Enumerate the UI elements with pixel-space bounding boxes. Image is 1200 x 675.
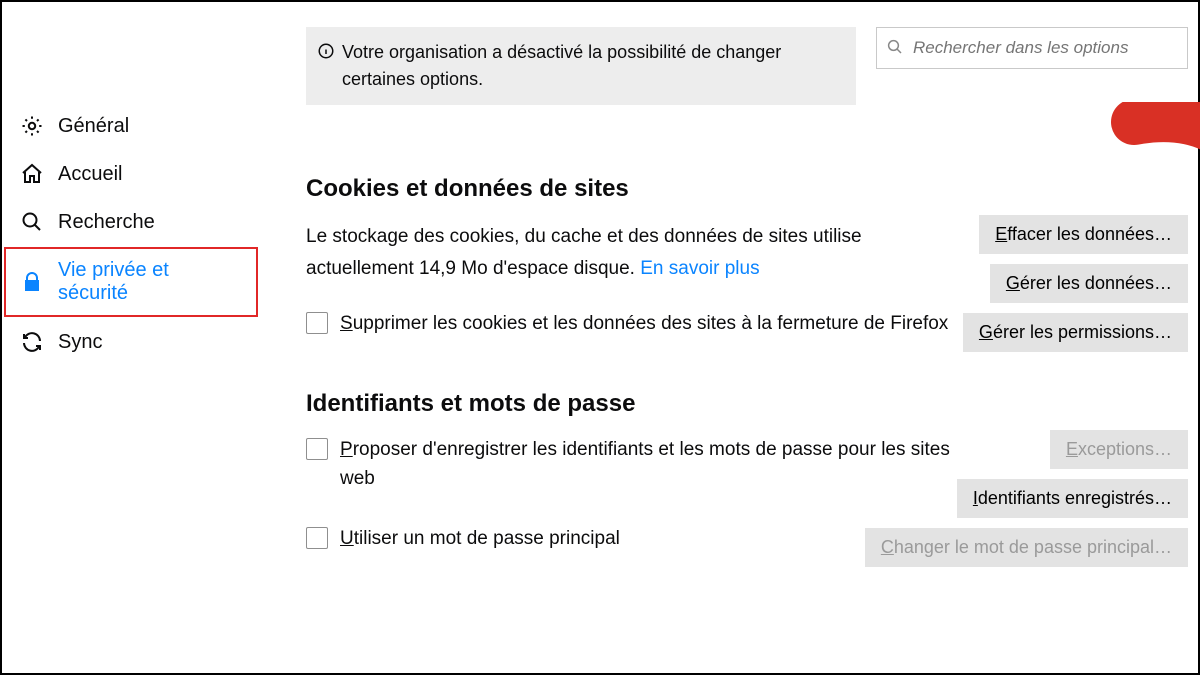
sidebar-item-label: Vie privée et sécurité [58, 259, 242, 305]
checkbox-label: Utiliser un mot de passe principal [340, 525, 620, 554]
section-logins: Identifiants et mots de passe Proposer d… [306, 390, 1188, 554]
banner-text: Votre organisation a désactivé la possib… [342, 39, 842, 93]
change-master-password-button[interactable]: Changer le mot de passe principal… [865, 528, 1188, 567]
policy-banner: Votre organisation a désactivé la possib… [306, 27, 856, 105]
search-input[interactable] [876, 27, 1188, 69]
delete-on-close-checkbox[interactable] [306, 312, 328, 334]
sidebar-item-search[interactable]: Recherche [2, 198, 264, 246]
sidebar-item-label: Sync [58, 331, 102, 354]
sidebar-item-sync[interactable]: Sync [2, 318, 264, 366]
gear-icon [20, 114, 44, 138]
section-title: Identifiants et mots de passe [306, 390, 1188, 418]
saved-logins-button[interactable]: Identifiants enregistrés… [957, 479, 1188, 518]
section-title: Cookies et données de sites [306, 175, 1188, 203]
sidebar-item-label: Général [58, 115, 129, 138]
save-logins-checkbox[interactable] [306, 438, 328, 460]
search-icon [886, 38, 904, 56]
master-password-checkbox[interactable] [306, 527, 328, 549]
sidebar-item-label: Accueil [58, 163, 122, 186]
manage-permissions-button[interactable]: Gérer les permissions… [963, 313, 1188, 352]
main-content: Votre organisation a désactivé la possib… [264, 2, 1198, 673]
clear-data-button[interactable]: Effacer les données… [979, 215, 1188, 254]
section-cookies: Cookies et données de sites Le stockage … [306, 175, 1188, 338]
cookies-description: Le stockage des cookies, du cache et des… [306, 221, 946, 286]
sync-icon [20, 330, 44, 354]
learn-more-link[interactable]: En savoir plus [640, 258, 759, 279]
sidebar-item-general[interactable]: Général [2, 102, 264, 150]
sidebar-item-home[interactable]: Accueil [2, 150, 264, 198]
home-icon [20, 162, 44, 186]
search-icon [20, 210, 44, 234]
sidebar-item-privacy[interactable]: Vie privée et sécurité [4, 247, 258, 317]
sidebar: Général Accueil Recherche Vie privée et … [2, 2, 264, 673]
manage-data-button[interactable]: Gérer les données… [990, 264, 1188, 303]
sidebar-item-label: Recherche [58, 211, 155, 234]
info-icon [316, 41, 336, 61]
checkbox-label: Supprimer les cookies et les données des… [340, 310, 948, 339]
lock-icon [20, 270, 44, 294]
exceptions-button[interactable]: Exceptions… [1050, 430, 1188, 469]
